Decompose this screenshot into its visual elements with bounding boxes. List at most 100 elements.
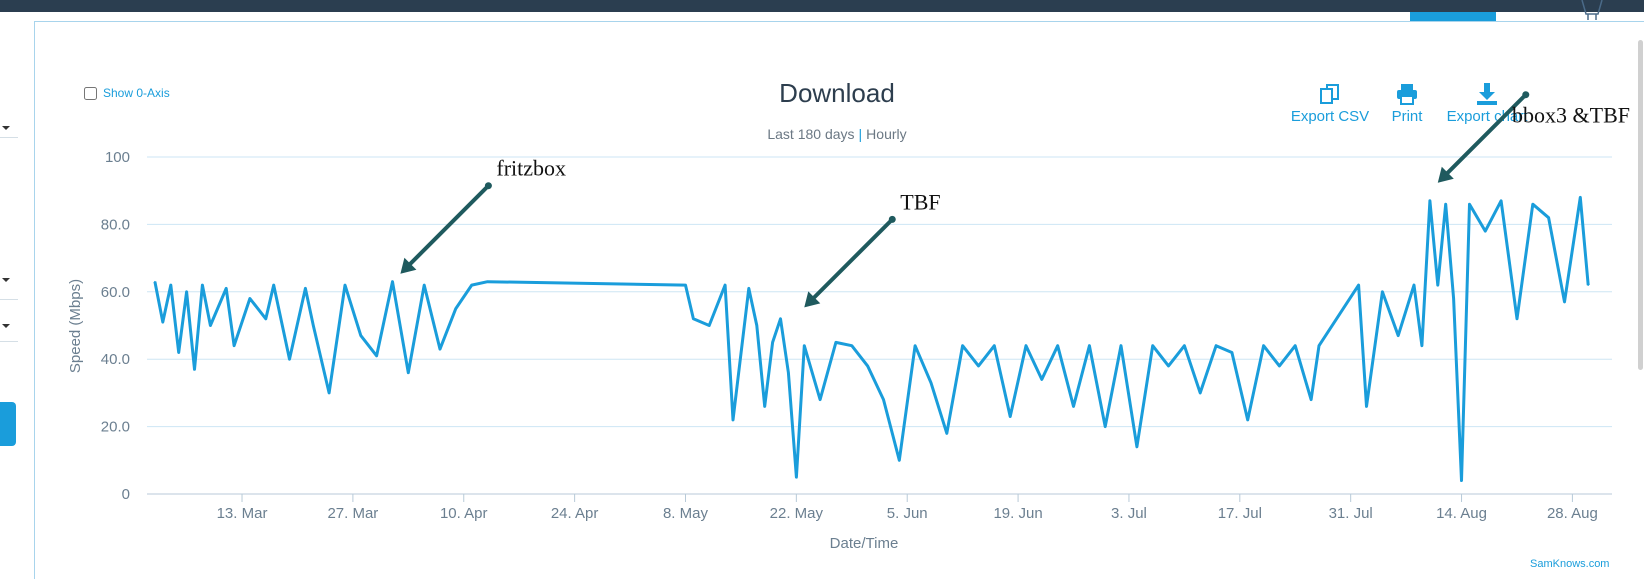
data-point	[344, 284, 346, 286]
data-point	[1516, 318, 1518, 320]
data-point	[185, 291, 188, 293]
data-point	[1500, 200, 1502, 202]
data-point	[1563, 301, 1566, 303]
data-point	[1294, 344, 1296, 347]
y-tick-label: 40.0	[101, 351, 130, 368]
data-point	[1397, 334, 1399, 337]
data-point	[977, 365, 980, 367]
data-point	[1460, 479, 1463, 482]
annotation-label: fritzbox	[496, 156, 566, 181]
data-point	[249, 297, 251, 300]
data-point	[1318, 344, 1320, 347]
data-point	[1104, 425, 1106, 428]
data-point	[1056, 344, 1059, 347]
data-point	[1452, 297, 1455, 300]
x-tick-label: 3. Jul	[1111, 505, 1147, 522]
x-tick-label: 13. Mar	[217, 505, 268, 522]
data-point	[882, 398, 885, 401]
data-point	[312, 324, 315, 327]
data-point	[193, 368, 196, 371]
data-point	[756, 324, 758, 327]
data-point	[423, 284, 426, 286]
data-point	[1579, 196, 1582, 199]
data-point	[724, 284, 726, 286]
data-point	[360, 334, 362, 337]
data-point	[993, 344, 996, 347]
data-point	[684, 284, 687, 286]
data-point	[265, 318, 267, 320]
data-point	[1151, 344, 1154, 347]
x-tick-label: 24. Apr	[551, 505, 599, 522]
data-point	[1009, 415, 1011, 418]
data-point	[1468, 203, 1471, 205]
annotation-label: TBF	[900, 189, 940, 214]
data-point	[1444, 203, 1447, 205]
data-point	[1136, 446, 1138, 448]
x-tick-label: 27. Mar	[327, 505, 378, 522]
data-point	[439, 348, 441, 350]
data-point	[1421, 344, 1423, 347]
data-point	[1413, 284, 1415, 286]
x-tick-label: 17. Jul	[1218, 505, 1262, 522]
y-tick-label: 0	[122, 486, 130, 503]
annotations: fritzbox TBF bbox3 &TBF	[400, 91, 1630, 308]
data-point	[1278, 365, 1281, 367]
annotation-arrow-tail	[1522, 91, 1530, 99]
data-point	[1365, 405, 1368, 408]
x-axis-title: Date/Time	[830, 535, 899, 552]
data-point	[288, 358, 291, 361]
data-point	[1167, 365, 1170, 367]
data-point	[819, 398, 821, 401]
x-tick-label: 22. May	[770, 505, 824, 522]
data-point	[835, 341, 837, 344]
data-point	[1215, 344, 1217, 347]
data-point	[914, 344, 916, 347]
data-point	[1357, 284, 1360, 286]
credit-link[interactable]: SamKnows.com	[1530, 558, 1609, 570]
data-point	[708, 324, 710, 327]
x-tick-label: 8. May	[663, 505, 709, 522]
data-point	[201, 284, 204, 286]
data-point	[225, 287, 227, 290]
annotation-arrow	[810, 217, 894, 301]
y-axis-title: Speed (Mbps)	[67, 279, 84, 373]
data-point	[1429, 200, 1431, 202]
data-point	[1025, 344, 1027, 347]
data-point	[1246, 419, 1249, 421]
data-point	[1484, 230, 1487, 232]
data-point	[455, 307, 457, 310]
x-tick-label: 14. Aug	[1436, 505, 1487, 522]
data-point	[930, 382, 932, 384]
data-point	[1199, 392, 1201, 394]
data-point	[1120, 344, 1122, 347]
x-tick-label: 10. Apr	[440, 505, 488, 522]
data-point	[272, 284, 275, 286]
download-speed-chart: 0 20.0 40.0 60.0 80.0 100 13. Mar 27. Mar 10. A…	[67, 91, 1630, 552]
x-tick-label: 5. Jun	[887, 505, 928, 522]
data-point	[209, 324, 212, 327]
data-point	[946, 432, 948, 435]
data-point	[1183, 344, 1186, 347]
y-tick-label: 80.0	[101, 216, 130, 233]
data-point	[692, 318, 695, 320]
data-point	[407, 371, 410, 374]
data-point	[779, 318, 782, 320]
data-point	[732, 419, 734, 421]
data-point	[470, 284, 473, 286]
data-point	[154, 280, 156, 283]
x-axis: 13. Mar 27. Mar 10. Apr 24. Apr 8. May 22. Ma…	[217, 494, 1598, 522]
data-point	[486, 280, 489, 283]
data-point	[1231, 351, 1233, 354]
data-point	[866, 365, 869, 367]
data-point	[177, 351, 180, 354]
annotation: bbox3 &TBF	[1437, 91, 1630, 183]
data-point	[898, 459, 901, 462]
y-tick-label: 20.0	[101, 419, 130, 436]
annotation-arrow	[406, 184, 490, 268]
data-point	[1310, 398, 1312, 401]
data-point	[328, 392, 330, 394]
annotation-arrow-tail	[888, 215, 896, 223]
data-point	[748, 287, 750, 290]
data-point	[1381, 291, 1384, 293]
x-tick-label: 31. Jul	[1329, 505, 1373, 522]
